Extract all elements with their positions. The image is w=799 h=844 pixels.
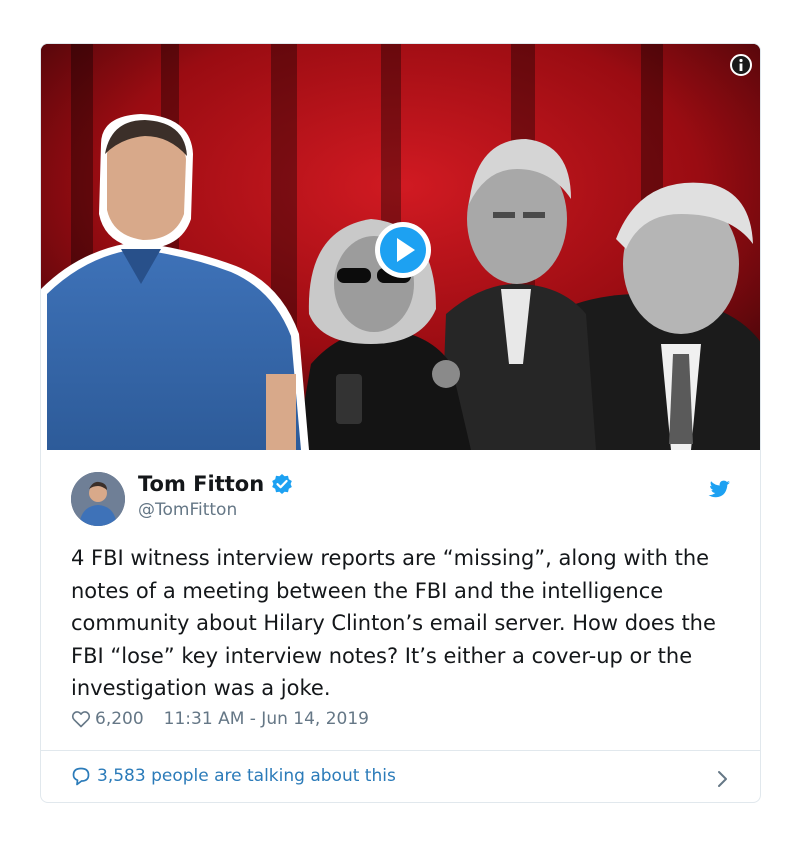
video-thumbnail[interactable] <box>41 44 760 450</box>
tweet-text: 4 FBI witness interview reports are “mis… <box>71 546 716 700</box>
tweet-body: Tom Fitton @TomFitton 4 FBI witness inte… <box>41 450 760 802</box>
play-icon[interactable] <box>373 220 433 280</box>
tweet-embed-card: Tom Fitton @TomFitton 4 FBI witness inte… <box>40 43 761 803</box>
info-icon[interactable] <box>730 54 752 76</box>
twitter-bird-icon[interactable] <box>706 476 732 498</box>
author-handle[interactable]: @TomFitton <box>138 500 237 520</box>
heart-icon[interactable] <box>71 709 91 729</box>
conversation-link[interactable]: 3,583 people are talking about this <box>71 766 731 786</box>
divider <box>41 750 760 751</box>
tweet-meta: 6,200 11:31 AM - Jun 14, 2019 <box>71 709 369 729</box>
verified-badge-icon <box>272 474 292 494</box>
chevron-right-icon[interactable] <box>716 769 730 789</box>
timestamp[interactable]: 11:31 AM - Jun 14, 2019 <box>164 709 369 729</box>
conversation-label: 3,583 people are talking about this <box>97 766 396 786</box>
avatar-image <box>71 472 125 526</box>
avatar[interactable] <box>71 472 125 526</box>
speech-bubble-icon <box>72 767 90 786</box>
author-name-row[interactable]: Tom Fitton <box>138 472 293 496</box>
like-count[interactable]: 6,200 <box>95 709 144 729</box>
author-name[interactable]: Tom Fitton <box>138 472 264 496</box>
